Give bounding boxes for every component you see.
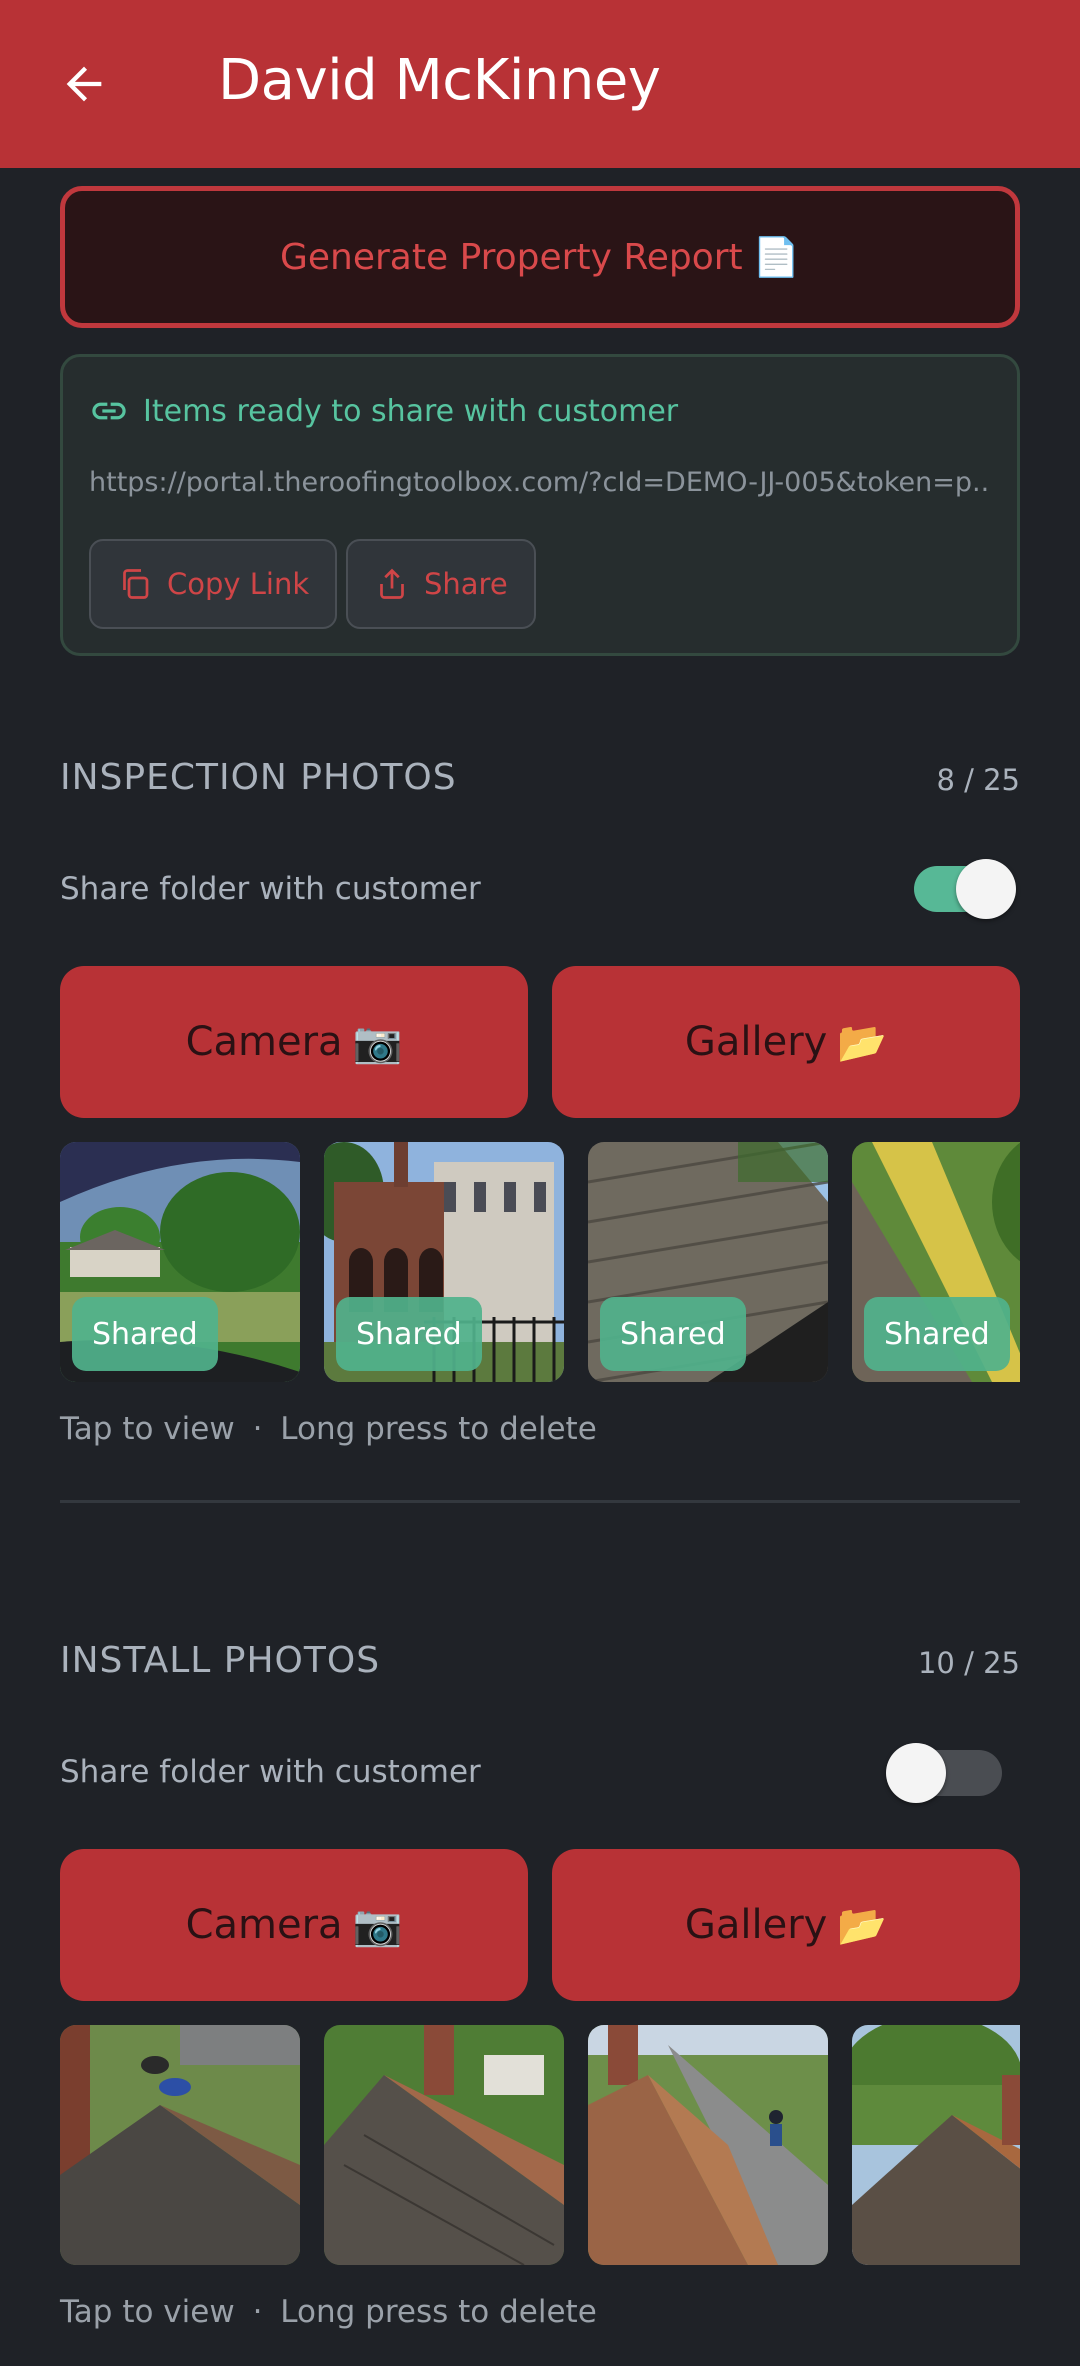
share-url[interactable]: https://portal.theroofingtoolbox.com/?cI… <box>89 467 989 498</box>
hint-tap: Tap to view <box>60 2294 235 2330</box>
install-hint: Tap to view · Long press to delete <box>60 2294 597 2330</box>
gallery-label: Gallery <box>684 1019 828 1065</box>
roof-ridge-photo <box>324 2025 564 2265</box>
install-camera-button[interactable]: Camera 📷 <box>60 1849 528 2001</box>
photo-thumbnail[interactable]: Shared <box>60 1142 300 1382</box>
shared-badge: Shared <box>336 1297 482 1371</box>
photo-thumbnail[interactable]: Shared <box>324 1142 564 1382</box>
arrow-left-icon <box>66 66 102 102</box>
hint-separator: · <box>252 2294 263 2330</box>
copy-link-button[interactable]: Copy Link <box>89 539 338 629</box>
roof-tree-photo <box>852 2025 1020 2265</box>
inspection-photo-count: 8 / 25 <box>936 763 1020 797</box>
toggle-knob <box>886 1743 946 1803</box>
share-card: Items ready to share with customer https… <box>60 354 1020 656</box>
inspection-section-title: INSPECTION PHOTOS <box>60 757 457 798</box>
share-icon <box>380 568 404 599</box>
link-icon <box>92 402 126 420</box>
inspection-hint: Tap to view · Long press to delete <box>60 1411 597 1447</box>
camera-icon: 📷 <box>352 1019 403 1066</box>
inspection-share-toggle-label: Share folder with customer <box>60 871 481 907</box>
copy-icon <box>123 569 149 599</box>
roof-street-photo <box>588 2025 828 2265</box>
document-icon: 📄 <box>752 234 801 279</box>
folder-icon: 📂 <box>837 1019 888 1066</box>
shared-badge: Shared <box>72 1297 218 1371</box>
camera-icon: 📷 <box>352 1902 403 1949</box>
share-card-header: Items ready to share with customer <box>89 391 678 431</box>
hint-long-press: Long press to delete <box>280 1411 597 1447</box>
gallery-label: Gallery <box>684 1902 828 1948</box>
inspection-camera-button[interactable]: Camera 📷 <box>60 966 528 1118</box>
generate-report-button[interactable]: Generate Property Report 📄 <box>60 186 1020 328</box>
inspection-gallery-button[interactable]: Gallery 📂 <box>552 966 1020 1118</box>
photo-thumbnail[interactable] <box>588 2025 828 2265</box>
hint-separator: · <box>252 1411 263 1447</box>
share-label: Share <box>424 567 508 601</box>
photo-thumbnail[interactable]: Shared <box>852 1142 1020 1382</box>
inspection-share-toggle[interactable] <box>914 859 1016 919</box>
camera-label: Camera <box>185 1019 343 1065</box>
folder-icon: 📂 <box>837 1902 888 1949</box>
app-bar: David McKinney <box>0 0 1080 168</box>
roof-yard-photo <box>60 2025 300 2265</box>
generate-report-label: Generate Property Report <box>279 236 743 278</box>
shared-badge: Shared <box>600 1297 746 1371</box>
install-share-toggle-label: Share folder with customer <box>60 1754 481 1790</box>
shared-badge: Shared <box>864 1297 1010 1371</box>
page-title: David McKinney <box>218 48 661 113</box>
share-card-heading: Items ready to share with customer <box>143 393 679 429</box>
photo-thumbnail[interactable]: Shared <box>588 1142 828 1382</box>
photo-thumbnail[interactable] <box>852 2025 1020 2265</box>
hint-tap: Tap to view <box>60 1411 235 1447</box>
install-photo-count: 10 / 25 <box>917 1646 1020 1680</box>
share-button[interactable]: Share <box>346 539 536 629</box>
install-share-toggle[interactable] <box>886 1743 1002 1803</box>
install-gallery-button[interactable]: Gallery 📂 <box>552 1849 1020 2001</box>
camera-label: Camera <box>185 1902 343 1948</box>
toggle-knob <box>956 859 1016 919</box>
inspection-photo-strip: Shared Shared Shared Shared <box>60 1142 1020 1382</box>
copy-link-label: Copy Link <box>167 567 310 601</box>
install-photo-strip <box>60 2025 1020 2265</box>
photo-thumbnail[interactable] <box>324 2025 564 2265</box>
section-divider <box>60 1500 1020 1503</box>
back-button[interactable] <box>52 52 116 116</box>
photo-thumbnail[interactable] <box>60 2025 300 2265</box>
install-section-title: INSTALL PHOTOS <box>60 1640 381 1681</box>
hint-long-press: Long press to delete <box>280 2294 597 2330</box>
